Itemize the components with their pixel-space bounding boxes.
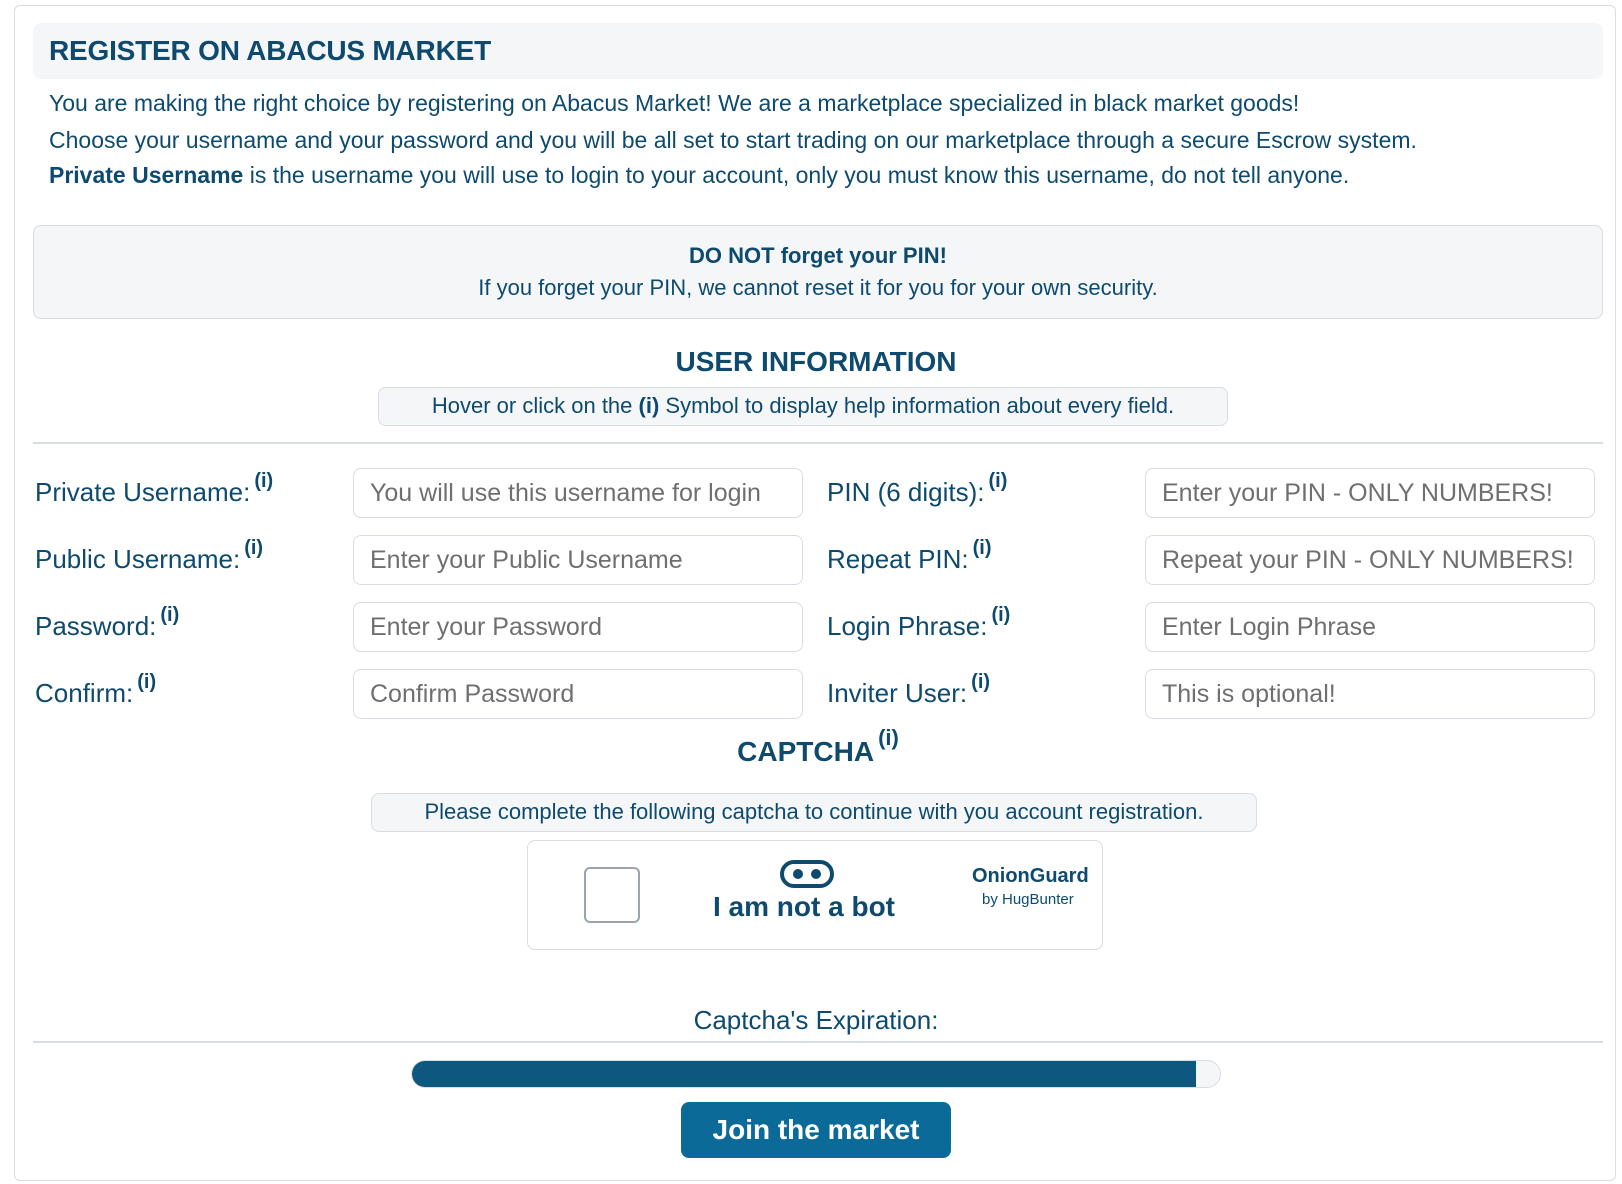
help-hint-before: Hover or click on the xyxy=(431,393,639,418)
help-hint-pill: Hover or click on the (i) Symbol to disp… xyxy=(378,387,1228,426)
public-username-label: Public Username: (i) xyxy=(35,537,264,574)
info-icon[interactable]: (i) xyxy=(971,671,990,693)
captcha-expiration-fill xyxy=(412,1061,1196,1087)
repeat-pin-label: Repeat PIN: (i) xyxy=(827,537,992,574)
password-input[interactable] xyxy=(353,602,803,652)
info-icon[interactable]: (i) xyxy=(878,725,899,750)
pin-warning-box: DO NOT forget your PIN! If you forget yo… xyxy=(33,225,1603,319)
info-icon[interactable]: (i) xyxy=(137,671,156,693)
robot-face-icon xyxy=(780,860,834,888)
public-username-input[interactable] xyxy=(353,535,803,585)
pin-warning-text: If you forget your PIN, we cannot reset … xyxy=(478,275,1158,300)
page-title: REGISTER ON ABACUS MARKET xyxy=(49,35,491,66)
info-icon[interactable]: (i) xyxy=(244,537,263,559)
info-icon[interactable]: (i) xyxy=(991,604,1010,626)
private-username-label: Private Username: (i) xyxy=(35,470,274,507)
private-username-input[interactable] xyxy=(353,468,803,518)
intro-line-2: Choose your username and your password a… xyxy=(49,127,1417,153)
not-a-bot-checkbox[interactable] xyxy=(584,867,640,923)
intro-line-3: Private Username is the username you wil… xyxy=(49,162,1349,189)
not-a-bot-label: I am not a bot xyxy=(713,891,895,922)
pin-label: PIN (6 digits): (i) xyxy=(827,470,1008,507)
help-hint-after: Symbol to display help information about… xyxy=(659,393,1175,418)
captcha-title: CAPTCHA (i) xyxy=(737,725,899,767)
info-icon[interactable]: (i) xyxy=(254,470,273,492)
confirm-password-label: Confirm: (i) xyxy=(35,671,157,708)
header-bar: REGISTER ON ABACUS MARKET xyxy=(33,23,1603,79)
info-icon[interactable]: (i) xyxy=(973,537,992,559)
captcha-hint-pill: Please complete the following captcha to… xyxy=(371,793,1257,832)
section-divider xyxy=(33,442,1603,444)
inviter-user-label: Inviter User: (i) xyxy=(827,671,991,708)
captcha-widget: I am not a bot OnionGuard by HugBunter xyxy=(527,840,1103,950)
captcha-expiration-bar xyxy=(411,1060,1221,1088)
repeat-pin-input[interactable] xyxy=(1145,535,1595,585)
private-username-emphasis: Private Username xyxy=(49,162,244,188)
user-information-title: USER INFORMATION xyxy=(675,346,957,377)
help-hint-symbol: (i) xyxy=(638,393,660,418)
captcha-expiration-label: Captcha's Expiration: xyxy=(693,1005,939,1035)
password-label: Password: (i) xyxy=(35,604,180,641)
inviter-user-input[interactable] xyxy=(1145,669,1595,719)
login-phrase-input[interactable] xyxy=(1145,602,1595,652)
info-icon[interactable]: (i) xyxy=(989,470,1008,492)
onionguard-brand: OnionGuard xyxy=(972,865,1089,887)
pin-warning-title: DO NOT forget your PIN! xyxy=(689,243,947,268)
login-phrase-label: Login Phrase: (i) xyxy=(827,604,1011,641)
info-icon[interactable]: (i) xyxy=(160,604,179,626)
registration-panel: REGISTER ON ABACUS MARKET You are making… xyxy=(14,5,1616,1181)
intro-line-3-rest: is the username you will use to login to… xyxy=(243,162,1350,188)
intro-line-1: You are making the right choice by regis… xyxy=(49,90,1300,116)
join-market-button[interactable]: Join the market xyxy=(681,1102,951,1158)
expiration-divider xyxy=(33,1041,1603,1043)
confirm-password-input[interactable] xyxy=(353,669,803,719)
onionguard-byline: by HugBunter xyxy=(982,891,1074,908)
pin-input[interactable] xyxy=(1145,468,1595,518)
